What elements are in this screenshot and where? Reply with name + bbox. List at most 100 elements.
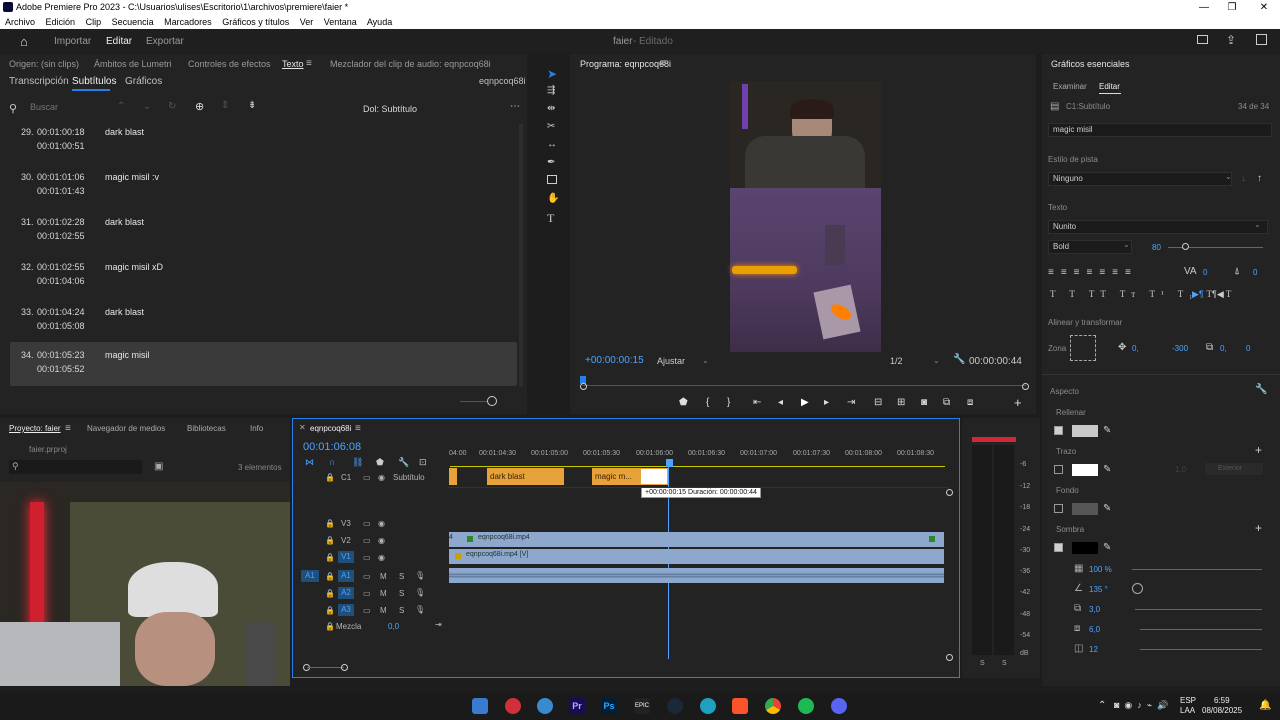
mic-icon[interactable]: 🎙 bbox=[415, 571, 425, 580]
lock-icon[interactable]: 🔒 bbox=[325, 589, 335, 598]
lang-label[interactable]: ESP bbox=[1180, 696, 1196, 705]
text-style-buttons[interactable]: T T TT Tт T¹ T₁ T T bbox=[1050, 289, 1237, 299]
tab-examinar[interactable]: Examinar bbox=[1053, 82, 1087, 91]
subtitle-clip-selected[interactable] bbox=[640, 468, 668, 485]
a3-label[interactable]: A3 bbox=[338, 604, 354, 616]
zoom-slider[interactable] bbox=[460, 401, 488, 402]
add-shadow-icon[interactable]: + bbox=[1255, 521, 1262, 535]
font-size[interactable]: 80 bbox=[1152, 243, 1161, 252]
tab-origen[interactable]: Origen: (sin clips) bbox=[9, 59, 79, 69]
menu-ventana[interactable]: Ventana bbox=[324, 17, 357, 27]
v1-label[interactable]: V1 bbox=[338, 551, 354, 563]
caption-text[interactable]: dark blast bbox=[105, 127, 144, 137]
tab-graficos[interactable]: Gráficos bbox=[125, 76, 162, 87]
leading-icon[interactable]: ⍋ bbox=[1234, 266, 1240, 277]
ltr-icon[interactable]: ▶¶ bbox=[1192, 289, 1204, 300]
shadow-distance-slider[interactable] bbox=[1135, 609, 1262, 610]
menu-ver[interactable]: Ver bbox=[300, 17, 314, 27]
subtitle-clip[interactable] bbox=[449, 468, 457, 485]
fill-swatch[interactable] bbox=[1072, 425, 1098, 437]
tab-controles[interactable]: Controles de efectos bbox=[188, 59, 271, 69]
font-chevron-icon[interactable]: ⌄ bbox=[1254, 220, 1261, 229]
brave-app-icon[interactable] bbox=[732, 698, 748, 714]
tray-icons[interactable]: ◙◉♪⌁🔊 bbox=[1114, 700, 1173, 711]
caption-text[interactable]: dark blast bbox=[105, 307, 144, 317]
tab-editar[interactable]: Editar bbox=[1099, 82, 1120, 91]
nav-editar[interactable]: Editar bbox=[106, 36, 132, 47]
tab-proyecto[interactable]: Proyecto: faier bbox=[9, 424, 61, 433]
rtl-icon[interactable]: ¶◀ bbox=[1212, 289, 1224, 300]
sync-icon[interactable]: ▭ bbox=[363, 589, 371, 598]
tracking-icon[interactable]: VA bbox=[1184, 266, 1197, 277]
opacity[interactable]: 0 bbox=[1246, 344, 1250, 353]
lock-icon[interactable]: 🔒 bbox=[325, 536, 335, 545]
marker-icon[interactable]: ⬟ bbox=[376, 457, 384, 468]
a1-label[interactable]: A1 bbox=[338, 570, 354, 582]
snap-icon[interactable]: ⋈ bbox=[305, 457, 314, 468]
scrub-end[interactable] bbox=[1022, 383, 1029, 390]
panel-menu-icon[interactable]: ≡ bbox=[306, 58, 312, 69]
settings-wrench-icon[interactable]: 🔧 bbox=[953, 354, 965, 365]
linked-icon[interactable]: ⛓ bbox=[352, 457, 363, 468]
recorder-app-icon[interactable] bbox=[505, 698, 521, 714]
sync-icon[interactable]: ▭ bbox=[363, 606, 371, 615]
hscroll-bar[interactable] bbox=[307, 667, 344, 668]
caption-text[interactable]: magic misil :v bbox=[105, 172, 159, 182]
estilo-select[interactable]: Ninguno bbox=[1048, 172, 1232, 186]
fullscreen-icon[interactable] bbox=[1256, 34, 1267, 45]
add-button-icon[interactable]: + bbox=[1014, 395, 1022, 410]
work-area-bar[interactable] bbox=[450, 466, 945, 467]
caption-text[interactable]: dark blast bbox=[105, 217, 144, 227]
minimize-icon[interactable]: — bbox=[1193, 0, 1215, 15]
scrub-start[interactable] bbox=[580, 383, 587, 390]
sync-icon[interactable]: ▭ bbox=[363, 553, 371, 562]
subtitle-clip-magic[interactable]: magic m... bbox=[592, 468, 640, 485]
tab-info[interactable]: Info bbox=[250, 424, 263, 433]
add-stroke-icon[interactable]: + bbox=[1255, 443, 1262, 457]
epic-games-app-icon[interactable]: EPIC bbox=[634, 698, 650, 714]
lock-icon[interactable]: 🔒 bbox=[325, 622, 335, 631]
menu-archivo[interactable]: Archivo bbox=[5, 17, 35, 27]
step-forward-icon[interactable]: ▸ bbox=[824, 397, 829, 408]
rectangle-icon[interactable] bbox=[547, 175, 557, 184]
lift-icon[interactable]: ⊟ bbox=[874, 397, 882, 408]
tray-chevron-icon[interactable]: ⌃ bbox=[1098, 700, 1106, 711]
restore-icon[interactable]: ❐ bbox=[1221, 0, 1243, 15]
home-icon[interactable]: ⌂ bbox=[20, 34, 28, 49]
shadow-opacity-slider[interactable] bbox=[1132, 569, 1262, 570]
menu-marcadores[interactable]: Marcadores bbox=[164, 17, 212, 27]
eye-icon[interactable]: ◉ bbox=[378, 536, 385, 545]
audio-clip-a1[interactable] bbox=[449, 568, 944, 583]
split-icon[interactable]: ⇕ bbox=[221, 100, 229, 111]
step-back-icon[interactable]: ◂ bbox=[778, 397, 783, 408]
tab-transcripcion[interactable]: Transcripción bbox=[9, 76, 69, 87]
caption-row[interactable]: 29. 00:01:00:18 00:01:00:51 dark blast bbox=[10, 124, 517, 168]
solo-button[interactable]: S bbox=[399, 572, 404, 581]
fill-eyedropper-icon[interactable]: ✎ bbox=[1103, 425, 1111, 436]
spotify-app-icon[interactable] bbox=[798, 698, 814, 714]
track-select-icon[interactable]: ⇶ bbox=[547, 85, 555, 96]
a2-label[interactable]: A2 bbox=[338, 587, 354, 599]
share-icon[interactable]: ⇪ bbox=[1226, 33, 1236, 47]
capcut-app-icon[interactable] bbox=[537, 698, 553, 714]
up-arrow-icon[interactable]: ⌃ bbox=[117, 101, 125, 112]
go-to-end-icon[interactable]: ⇥ bbox=[435, 620, 442, 629]
edge-app-icon[interactable] bbox=[700, 698, 716, 714]
extract-icon[interactable]: ⊞ bbox=[897, 397, 905, 408]
fit-chevron-icon[interactable]: ⌄ bbox=[702, 356, 709, 365]
eye-icon[interactable]: ◉ bbox=[378, 519, 385, 528]
sequence-tab[interactable]: eqnpcoq68i bbox=[310, 424, 351, 433]
add-marker-icon[interactable]: ⬟ bbox=[679, 397, 688, 408]
lock-icon[interactable]: 🔒 bbox=[325, 519, 335, 528]
files-app-icon[interactable] bbox=[472, 698, 488, 714]
add-caption-icon[interactable]: ⊕ bbox=[195, 100, 204, 113]
video-clip-v2[interactable]: 4 eqnpcoq68i.mp4 bbox=[449, 532, 944, 547]
solo-button[interactable]: S bbox=[399, 606, 404, 615]
captions-icon[interactable]: ⊡ bbox=[419, 457, 427, 468]
shadow-eyedropper-icon[interactable]: ✎ bbox=[1103, 542, 1111, 553]
shadow-blur[interactable]: 12 bbox=[1089, 645, 1098, 654]
mute-button[interactable]: M bbox=[380, 572, 387, 581]
tab-navegador[interactable]: Navegador de medios bbox=[87, 424, 165, 433]
background-eyedropper-icon[interactable]: ✎ bbox=[1103, 503, 1111, 514]
go-to-out-icon[interactable]: ⇥ bbox=[847, 397, 855, 408]
